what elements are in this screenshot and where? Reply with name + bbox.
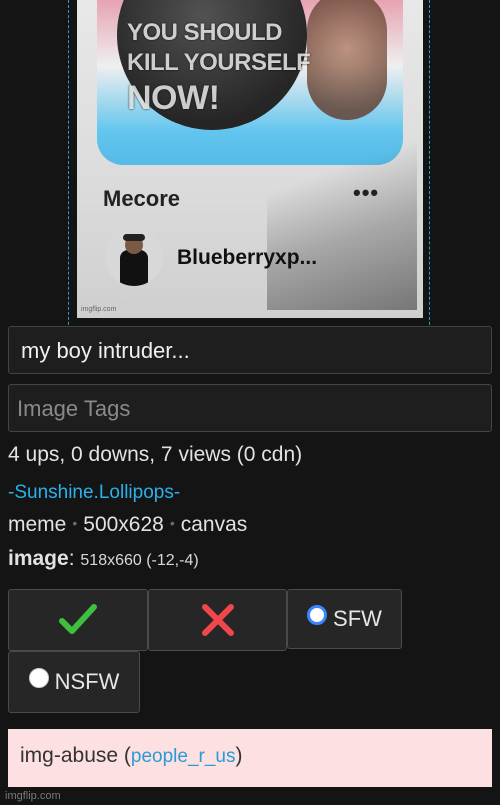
title-input[interactable]: my boy intruder... — [8, 326, 492, 374]
checkmark-icon — [59, 604, 97, 634]
abuse-prefix: img-abuse ( — [20, 744, 131, 767]
meme-image[interactable]: YOU SHOULD KILL YOURSELF NOW! Mecore •••… — [77, 0, 423, 318]
meta-dimensions: 500x628 — [83, 513, 164, 536]
cross-icon — [201, 604, 234, 636]
image-details: image: 518x660 (-12,-4) — [8, 547, 199, 571]
meme-overlay-text: YOU SHOULD KILL YOURSELF NOW! — [127, 18, 347, 118]
meme-image-frame[interactable]: YOU SHOULD KILL YOURSELF NOW! Mecore •••… — [68, 0, 430, 340]
radio-unselected-icon[interactable] — [28, 668, 49, 688]
abuse-report: img-abuse (people_r_us) — [8, 729, 492, 787]
sfw-radio-button[interactable]: SFW — [287, 589, 402, 649]
meme-text-line: NOW! — [127, 79, 220, 117]
radio-selected-icon[interactable] — [307, 605, 328, 625]
sfw-label: SFW — [333, 606, 382, 631]
image-watermark: imgflip.com — [81, 306, 117, 313]
reject-button[interactable] — [148, 589, 287, 651]
meta-type: meme — [8, 513, 67, 536]
meme-text-line: KILL YOURSELF — [127, 49, 311, 76]
nsfw-radio-button[interactable]: NSFW — [8, 651, 140, 713]
meta-renderer: canvas — [180, 513, 248, 536]
tags-input[interactable]: Image Tags — [8, 384, 492, 432]
meme-text-line: YOU SHOULD — [127, 19, 283, 46]
approve-button[interactable] — [8, 589, 148, 651]
meta-separator: • — [169, 515, 175, 531]
meme-username-bottom: Blueberryxp... — [177, 246, 318, 269]
more-dots-icon: ••• — [353, 180, 380, 205]
image-stats: 4 ups, 0 downs, 7 views (0 cdn) — [8, 443, 303, 466]
abuse-suffix: ) — [235, 744, 243, 767]
footer-watermark: imgflip.com — [5, 790, 61, 802]
lightning-overlay — [267, 120, 417, 310]
uploader-link[interactable]: -Sunshine.Lollipops- — [8, 482, 180, 504]
image-colon: : — [68, 547, 75, 570]
avatar — [105, 228, 163, 286]
image-label: image — [8, 547, 69, 570]
abuse-link[interactable]: people_r_us — [131, 746, 236, 767]
image-dimensions: 518x660 (-12,-4) — [80, 552, 199, 569]
nsfw-label: NSFW — [54, 669, 120, 694]
image-meta: meme • 500x628 • canvas — [8, 513, 247, 537]
meta-separator: • — [72, 515, 78, 531]
meme-username-top: Mecore — [103, 186, 181, 211]
